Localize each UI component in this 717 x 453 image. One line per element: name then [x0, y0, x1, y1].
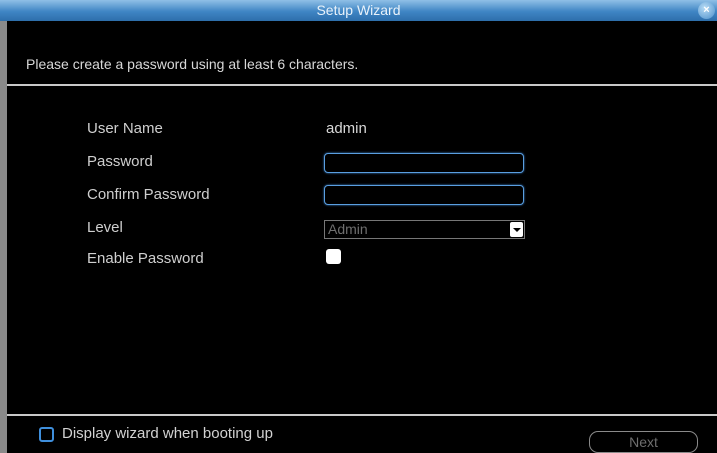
close-icon[interactable]: × [698, 2, 715, 19]
window-left-edge [0, 21, 7, 453]
display-wizard-label: Display wizard when booting up [62, 425, 273, 442]
level-label: Level [87, 219, 123, 236]
top-divider [7, 84, 717, 86]
chevron-down-icon[interactable] [510, 222, 523, 237]
enable-password-label: Enable Password [87, 250, 204, 267]
username-value: admin [326, 120, 367, 137]
level-select[interactable]: Admin [324, 220, 525, 239]
display-wizard-checkbox[interactable] [39, 427, 54, 442]
confirm-password-input[interactable] [324, 185, 524, 205]
bottom-divider [7, 414, 717, 416]
title-bar: Setup Wizard × [0, 0, 717, 21]
password-label: Password [87, 153, 153, 170]
next-button[interactable]: Next [589, 431, 698, 453]
instruction-text: Please create a password using at least … [26, 56, 359, 72]
enable-password-checkbox[interactable] [326, 249, 341, 264]
username-label: User Name [87, 120, 163, 137]
password-input[interactable] [324, 153, 524, 173]
level-select-value: Admin [328, 221, 368, 237]
setup-wizard-window: Setup Wizard × Please create a password … [0, 0, 717, 453]
window-title: Setup Wizard [316, 2, 401, 18]
confirm-password-label: Confirm Password [87, 186, 210, 203]
